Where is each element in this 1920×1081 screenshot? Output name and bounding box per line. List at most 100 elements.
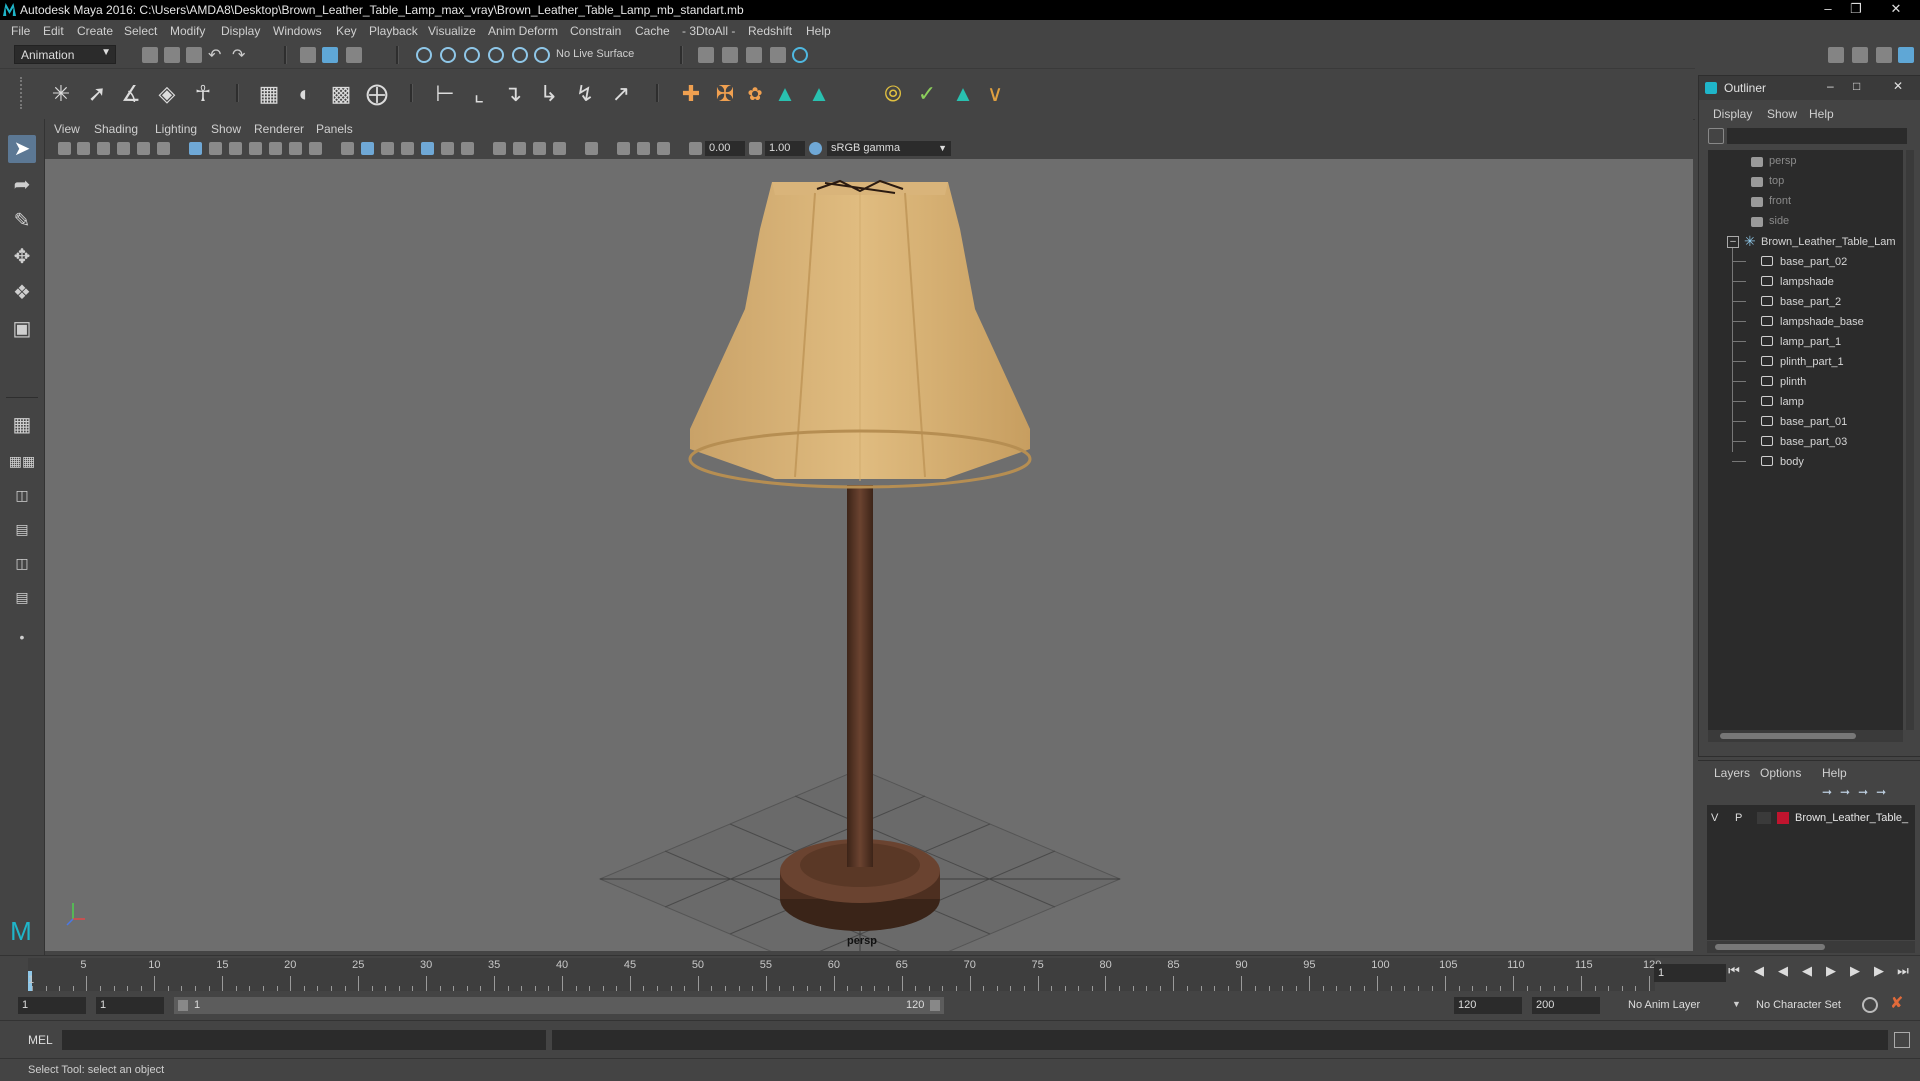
control-icon[interactable]: ✿ (742, 81, 768, 107)
wireframe-icon[interactable] (341, 142, 354, 155)
resolution-gate-icon[interactable] (229, 142, 242, 155)
panel-menu-view[interactable]: View (54, 122, 80, 136)
xray-icon[interactable] (401, 142, 414, 155)
aim-constraint-icon[interactable]: ↯ (572, 81, 598, 107)
ipr-render-icon[interactable] (746, 47, 762, 63)
step-back-key-icon[interactable]: ◀ (1776, 964, 1790, 978)
gamma-field[interactable]: 1.00 (765, 141, 805, 156)
menu-set-dropdown[interactable]: Animation ▼ (14, 45, 116, 64)
outliner-item[interactable]: lamp (1780, 396, 1804, 408)
use-all-lights-icon[interactable] (441, 142, 454, 155)
pole-vector-icon[interactable]: ↗ (608, 81, 634, 107)
start-time-field[interactable]: 1 (18, 997, 86, 1014)
panel-menu-shading[interactable]: Shading (94, 122, 138, 136)
motion-path-icon[interactable]: ∨ (982, 81, 1008, 107)
current-frame-field[interactable]: 1 (1654, 964, 1726, 982)
layer-type-toggle[interactable] (1757, 812, 1771, 824)
tool-settings-icon[interactable] (1876, 47, 1892, 63)
move-tool-icon[interactable]: ✥ (8, 243, 36, 271)
minimize-icon[interactable]: – (1827, 79, 1834, 93)
lattice-icon[interactable]: ▦ (256, 81, 282, 107)
outliner-item[interactable]: base_part_2 (1780, 296, 1841, 308)
hik-character-icon[interactable]: ▲ (806, 81, 832, 107)
outliner-vertical-scrollbar[interactable] (1906, 150, 1914, 730)
select-component-icon[interactable] (346, 47, 362, 63)
command-input[interactable] (62, 1030, 546, 1050)
layer-menu-options[interactable]: Options (1760, 766, 1801, 780)
grease-pencil-icon[interactable] (137, 142, 150, 155)
range-start-handle[interactable] (178, 1000, 188, 1011)
orient-constraint-icon[interactable]: ↴ (500, 81, 526, 107)
snap-view-icon[interactable] (488, 47, 504, 63)
select-hierarchy-icon[interactable] (300, 47, 316, 63)
panel-menu-lighting[interactable]: Lighting (155, 122, 197, 136)
scale-tool-icon[interactable]: ▣ (8, 315, 36, 343)
outliner-item[interactable]: lampshade_base (1780, 316, 1864, 328)
ik-spline-icon[interactable]: ∡ (118, 81, 144, 107)
end-time-field[interactable]: 200 (1532, 997, 1600, 1014)
shelf-handle[interactable] (20, 77, 32, 109)
render-frame-icon[interactable] (722, 47, 738, 63)
xray-active-icon[interactable] (637, 142, 650, 155)
side-by-side-layout-icon[interactable]: ◫ (8, 481, 36, 509)
graph-editor-icon[interactable]: ✓ (914, 81, 940, 107)
shadows-icon[interactable] (461, 142, 474, 155)
range-end-handle[interactable] (930, 1000, 940, 1011)
wrap-deformer-icon[interactable]: ▩ (328, 81, 354, 107)
menu-select[interactable]: Select (124, 24, 157, 38)
save-scene-icon[interactable] (186, 47, 202, 63)
new-scene-icon[interactable] (142, 47, 158, 63)
snap-point-icon[interactable] (464, 47, 480, 63)
cluster-icon[interactable]: ⨁ (364, 81, 390, 107)
menu-anim-deform[interactable]: Anim Deform (488, 24, 558, 38)
hypershade-icon[interactable] (792, 47, 808, 63)
layer-color-swatch[interactable] (1777, 812, 1789, 824)
menu-cache[interactable]: Cache (635, 24, 670, 38)
layer-action-icons[interactable]: ➞➞➞➞ (1822, 785, 1912, 799)
ik-handle-icon[interactable]: ➚ (84, 81, 110, 107)
hypershade-layout-icon[interactable]: ▤ (8, 583, 36, 611)
camera-attributes-icon[interactable] (77, 142, 90, 155)
redo-icon[interactable]: ↷ (232, 45, 248, 64)
step-forward-key-icon[interactable]: ▶ (1848, 964, 1862, 978)
view-transform-dropdown[interactable]: sRGB gamma ▼ (827, 141, 951, 156)
outliner-horizontal-scrollbar[interactable] (1708, 730, 1903, 742)
render-view-icon[interactable] (698, 47, 714, 63)
script-editor-icon[interactable] (1894, 1032, 1910, 1048)
go-to-end-icon[interactable]: ⏭ (1896, 964, 1910, 978)
paint-select-icon[interactable]: ✎ (8, 207, 36, 235)
layer-row[interactable]: V P Brown_Leather_Table_ (1707, 809, 1915, 827)
outliner-search-input[interactable] (1727, 128, 1907, 144)
layer-menu-layers[interactable]: Layers (1714, 766, 1750, 780)
go-to-start-icon[interactable]: ⏮ (1727, 964, 1741, 978)
open-scene-icon[interactable] (164, 47, 180, 63)
outliner-persp-layout-icon[interactable]: ▤ (8, 515, 36, 543)
select-tool-icon[interactable]: ➤ (8, 135, 36, 163)
attribute-editor-icon[interactable] (1852, 47, 1868, 63)
step-forward-frame-icon[interactable]: ▶ (1872, 964, 1886, 978)
step-back-frame-icon[interactable]: ◀ (1752, 964, 1766, 978)
minimize-icon[interactable]: – (1814, 0, 1842, 18)
playback-range-bar[interactable]: 1 120 (174, 997, 944, 1014)
menu-constrain[interactable]: Constrain (570, 24, 621, 38)
bookmark-icon[interactable] (97, 142, 110, 155)
layer-menu-help[interactable]: Help (1822, 766, 1847, 780)
menu-windows[interactable]: Windows (273, 24, 322, 38)
menu-3dtoall[interactable]: - 3DtoAll - (682, 24, 735, 38)
undo-icon[interactable]: ↶ (208, 45, 224, 64)
single-pane-layout-icon[interactable]: ▦ (8, 411, 36, 439)
safe-title-icon[interactable] (309, 142, 322, 155)
auto-key-icon[interactable] (1862, 997, 1878, 1013)
menu-redshift[interactable]: Redshift (748, 24, 792, 38)
character-set-dropdown[interactable]: No Character Set (1750, 997, 1860, 1014)
snap-vertex-icon[interactable] (534, 47, 550, 63)
panel-menu-panels[interactable]: Panels (316, 122, 353, 136)
depth-of-field-icon[interactable] (553, 142, 566, 155)
gate-mask-icon[interactable] (249, 142, 262, 155)
scale-constraint-icon[interactable]: ↳ (536, 81, 562, 107)
refresh-icon[interactable] (1708, 128, 1724, 144)
skin-bind-icon[interactable]: ◈ (154, 81, 180, 107)
layer-playback-toggle[interactable]: P (1735, 812, 1742, 824)
menu-create[interactable]: Create (77, 24, 113, 38)
menu-modify[interactable]: Modify (170, 24, 205, 38)
